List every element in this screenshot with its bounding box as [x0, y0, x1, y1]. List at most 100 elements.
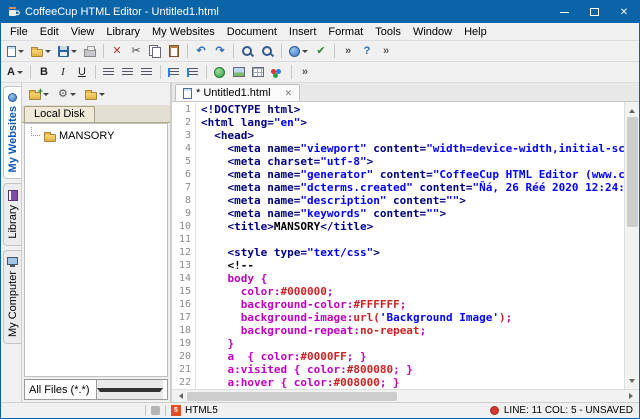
check-icon: ✔: [316, 45, 325, 57]
arrow-down-icon: [629, 379, 635, 386]
toolbar-overflow-button[interactable]: »: [339, 42, 357, 60]
code-text: background-image:url('Background Image')…: [201, 311, 624, 324]
sidebar-tab-my-computer[interactable]: My Computer: [3, 250, 21, 344]
globe-icon: [289, 46, 300, 57]
insert-image-button[interactable]: [230, 63, 248, 81]
toolbar-separator: [187, 44, 188, 58]
scroll-down-button[interactable]: [625, 375, 640, 389]
dropdown-arrow-icon: [99, 93, 105, 99]
color-palette-button[interactable]: [268, 63, 287, 81]
table-icon: [252, 67, 264, 77]
line-number: 20: [172, 350, 196, 363]
print-button[interactable]: [81, 42, 99, 60]
code-line: 3 <head>: [172, 129, 624, 142]
toolbar-overflow-button-3[interactable]: »: [296, 63, 314, 81]
new-folder-button[interactable]: [26, 85, 52, 103]
menu-item-view[interactable]: View: [65, 24, 101, 40]
align-left-button[interactable]: [100, 63, 118, 81]
document-tab[interactable]: * Untitled1.html: [175, 84, 300, 101]
new-document-button[interactable]: [4, 42, 27, 60]
local-disk-tab[interactable]: Local Disk: [24, 106, 95, 122]
numbered-list-button[interactable]: [184, 63, 202, 81]
vertical-scrollbar-thumb[interactable]: [627, 117, 638, 227]
validate-html-button[interactable]: ✔: [312, 42, 330, 60]
menu-item-insert[interactable]: Insert: [283, 24, 323, 40]
document-tabbar: * Untitled1.html: [172, 83, 639, 102]
menu-item-file[interactable]: File: [4, 24, 34, 40]
help-button[interactable]: ?: [358, 42, 376, 60]
code-editor[interactable]: 1<!DOCTYPE html>2<html lang="en">3 <head…: [172, 102, 624, 389]
line-number: 16: [172, 298, 196, 311]
vertical-scrollbar[interactable]: [624, 102, 639, 389]
file-filter-select[interactable]: All Files (*.*): [24, 379, 168, 400]
app-icon: [7, 6, 20, 19]
insert-table-button[interactable]: [249, 63, 267, 81]
notification-icon[interactable]: [151, 406, 160, 415]
globe-sm-icon: [8, 93, 17, 102]
chevron-down-icon: [97, 388, 164, 395]
tree-item-mansory[interactable]: MANSORY: [27, 128, 165, 144]
line-number: 15: [172, 285, 196, 298]
code-line: 10 <title>MANSORY</title>: [172, 220, 624, 233]
preview-in-browser-button[interactable]: [286, 42, 311, 60]
file-filter-dropdown-button[interactable]: [96, 380, 164, 399]
close-button[interactable]: [609, 1, 639, 23]
find-replace-button[interactable]: [258, 42, 277, 60]
menu-item-tools[interactable]: Tools: [369, 24, 407, 40]
paste-button[interactable]: [165, 42, 183, 60]
maximize-button[interactable]: [579, 1, 609, 23]
code-line: 18 background-repeat:no-repeat;: [172, 324, 624, 337]
insert-link-button[interactable]: [211, 63, 229, 81]
code-text: [201, 233, 624, 246]
sidebar-tab-library[interactable]: Library: [3, 183, 21, 246]
bold-button[interactable]: B: [35, 63, 53, 81]
sidebar-tab-my-websites[interactable]: My Websites: [3, 86, 21, 179]
align-right-button[interactable]: [138, 63, 156, 81]
toolbar-main: ✕✂ ↶↷ ✔ »?»: [1, 41, 639, 62]
italic-button[interactable]: I: [54, 63, 72, 81]
titlebar[interactable]: CoffeeCup HTML Editor - Untitled1.html: [1, 1, 639, 23]
redo-button[interactable]: ↷: [211, 42, 229, 60]
copy-button[interactable]: [146, 42, 164, 60]
file-tree[interactable]: MANSORY: [24, 123, 168, 377]
html5-icon: 5: [171, 405, 181, 416]
horizontal-scrollbar[interactable]: [172, 389, 639, 402]
menu-item-library[interactable]: Library: [100, 24, 146, 40]
cut-button[interactable]: ✂: [127, 42, 145, 60]
main-area: My Websites Library My Computer ⚙ Local Di…: [1, 83, 639, 402]
font-button[interactable]: A: [4, 63, 26, 81]
menu-item-edit[interactable]: Edit: [34, 24, 65, 40]
code-text: body {: [201, 272, 624, 285]
menu-item-window[interactable]: Window: [407, 24, 458, 40]
find-button[interactable]: [238, 42, 257, 60]
bullet-list-button[interactable]: [165, 63, 183, 81]
toolbar-overflow-button-2[interactable]: »: [377, 42, 395, 60]
panel-tools-button[interactable]: ⚙: [55, 85, 79, 103]
minimize-button[interactable]: [549, 1, 579, 23]
undo-button[interactable]: ↶: [192, 42, 210, 60]
code-text: <meta charset="utf-8">: [201, 155, 624, 168]
close-tab-button[interactable]: [285, 89, 293, 98]
page-icon: [7, 46, 16, 57]
menu-item-help[interactable]: Help: [458, 24, 493, 40]
menu-item-format[interactable]: Format: [322, 24, 369, 40]
code-line: 13 <!--: [172, 259, 624, 272]
code-line: 8 <meta name="description" content="">: [172, 194, 624, 207]
open-button[interactable]: [28, 42, 54, 60]
code-line: 19 }: [172, 337, 624, 350]
menu-item-document[interactable]: Document: [221, 24, 283, 40]
folder-view-button[interactable]: [82, 85, 108, 103]
underline-button[interactable]: U: [73, 63, 91, 81]
close-document-button[interactable]: ✕: [108, 42, 126, 60]
code-line: 4 <meta name="viewport" content="width=d…: [172, 142, 624, 155]
align-center-button[interactable]: [119, 63, 137, 81]
menu-item-my-websites[interactable]: My Websites: [146, 24, 221, 40]
horizontal-scrollbar-thumb[interactable]: [187, 392, 397, 401]
close-icon: [620, 6, 628, 18]
scroll-right-button[interactable]: [625, 390, 639, 403]
italic-icon: I: [61, 66, 65, 78]
scroll-up-button[interactable]: [625, 102, 640, 116]
statusbar-separator: [145, 405, 146, 416]
save-button[interactable]: [55, 42, 80, 60]
scroll-left-button[interactable]: [172, 390, 186, 403]
